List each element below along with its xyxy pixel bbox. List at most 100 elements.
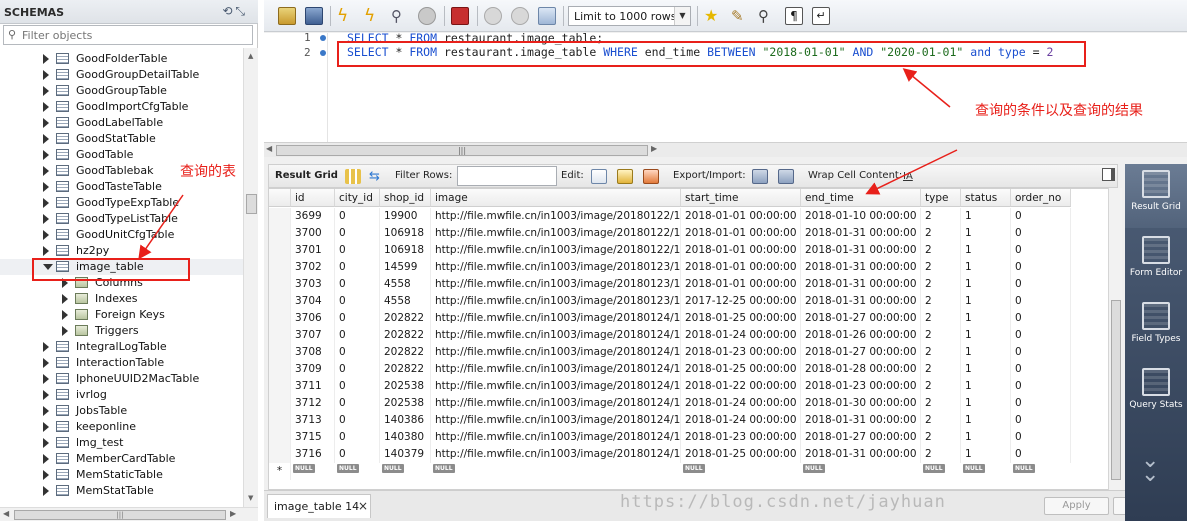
table-cell[interactable]: 0 — [1011, 395, 1071, 412]
expand-right-icon[interactable] — [43, 390, 49, 400]
tree-item-table[interactable]: lmg_test — [0, 435, 243, 451]
toggle-panel-icon[interactable] — [1102, 168, 1115, 181]
tree-item-table[interactable]: MemStatTable — [0, 483, 243, 499]
result-grid[interactable]: id city_id shop_id image start_time end_time t… — [268, 188, 1116, 490]
table-cell[interactable]: 19900 — [380, 208, 431, 225]
scrollbar-thumb[interactable]: ||| — [14, 510, 226, 520]
table-cell[interactable]: 0 — [335, 327, 380, 344]
row-selector[interactable] — [269, 208, 291, 225]
null-badge[interactable]: NULL — [683, 464, 705, 473]
table-cell[interactable]: http://file.mwfile.cn/in1003/image/20180… — [431, 344, 681, 361]
table-cell[interactable]: 2018-01-25 00:00:00 — [681, 361, 801, 378]
tree-item-table[interactable]: MemStaticTable — [0, 467, 243, 483]
table-cell[interactable]: 0 — [335, 344, 380, 361]
scrollbar-thumb[interactable] — [1111, 300, 1121, 480]
editor-horizontal-scrollbar[interactable]: ◀ ||| ▶ — [264, 142, 1187, 157]
tree-item-table[interactable]: GoodGroupTable — [0, 83, 243, 99]
table-cell[interactable]: 2018-01-24 00:00:00 — [681, 412, 801, 429]
tree-item-table[interactable]: IntegralLogTable — [0, 339, 243, 355]
table-cell[interactable]: http://file.mwfile.cn/in1003/image/20180… — [431, 276, 681, 293]
table-cell[interactable]: 2018-01-24 00:00:00 — [681, 327, 801, 344]
column-header[interactable]: end_time — [801, 189, 921, 207]
grid-view-icon[interactable] — [345, 169, 361, 184]
table-cell[interactable]: 2018-01-01 00:00:00 — [681, 259, 801, 276]
wrap-icon[interactable]: ↵ — [812, 7, 830, 25]
table-cell[interactable]: 2 — [921, 225, 961, 242]
export-icon[interactable] — [752, 169, 768, 184]
table-cell[interactable]: 1 — [961, 276, 1011, 293]
table-cell[interactable]: 2 — [921, 310, 961, 327]
null-badge[interactable]: NULL — [923, 464, 945, 473]
expand-right-icon[interactable] — [43, 86, 49, 96]
table-cell[interactable]: 1 — [961, 293, 1011, 310]
side-field-types-button[interactable]: Field Types — [1125, 296, 1187, 360]
null-badge[interactable]: NULL — [1013, 464, 1035, 473]
table-cell[interactable]: 202822 — [380, 361, 431, 378]
table-cell[interactable]: 2018-01-01 00:00:00 — [681, 276, 801, 293]
tree-item-table[interactable]: InteractionTable — [0, 355, 243, 371]
expand-right-icon[interactable] — [43, 486, 49, 496]
tree-item-table[interactable]: GoodUnitCfgTable — [0, 227, 243, 243]
table-cell[interactable]: 0 — [335, 276, 380, 293]
table-cell[interactable]: 106918 — [380, 242, 431, 259]
scroll-left-icon[interactable]: ◀ — [266, 144, 272, 153]
table-cell[interactable]: 0 — [1011, 361, 1071, 378]
expand-right-icon[interactable] — [43, 150, 49, 160]
column-header[interactable]: id — [291, 189, 335, 207]
scroll-right-icon[interactable]: ▶ — [651, 144, 657, 153]
add-row-icon[interactable] — [617, 169, 633, 184]
expand-right-icon[interactable] — [43, 182, 49, 192]
tree-item-table[interactable]: keeponline — [0, 419, 243, 435]
tree-subitem[interactable]: Triggers — [0, 323, 243, 339]
tab-image-table[interactable]: image_table 14 × — [267, 494, 371, 518]
table-cell[interactable]: 0 — [1011, 293, 1071, 310]
side-query-stats-button[interactable]: Query Stats — [1125, 362, 1187, 426]
expand-right-icon[interactable] — [62, 294, 68, 304]
table-cell[interactable]: 2 — [921, 378, 961, 395]
table-cell[interactable]: 2 — [921, 395, 961, 412]
edit-row-icon[interactable] — [591, 169, 607, 184]
table-cell[interactable]: 0 — [335, 259, 380, 276]
expand-right-icon[interactable] — [43, 422, 49, 432]
tree-subitem[interactable]: Indexes — [0, 291, 243, 307]
close-icon[interactable]: × — [358, 499, 368, 513]
column-header[interactable]: shop_id — [380, 189, 431, 207]
table-cell[interactable]: 106918 — [380, 225, 431, 242]
expand-right-icon[interactable] — [43, 438, 49, 448]
scroll-up-icon[interactable]: ▲ — [248, 52, 253, 60]
table-cell[interactable]: 1 — [961, 412, 1011, 429]
row-selector[interactable] — [269, 361, 291, 378]
table-cell[interactable]: 1 — [961, 208, 1011, 225]
table-cell[interactable]: 1 — [961, 378, 1011, 395]
open-file-icon[interactable] — [278, 7, 296, 25]
table-cell[interactable]: 14599 — [380, 259, 431, 276]
table-cell[interactable]: http://file.mwfile.cn/in1003/image/20180… — [431, 259, 681, 276]
table-cell[interactable]: 2 — [921, 412, 961, 429]
table-cell[interactable]: 2 — [921, 361, 961, 378]
table-cell[interactable]: http://file.mwfile.cn/in1003/image/20180… — [431, 412, 681, 429]
table-cell[interactable]: 3711 — [291, 378, 335, 395]
table-cell[interactable]: 2 — [921, 327, 961, 344]
table-cell[interactable]: 0 — [335, 293, 380, 310]
bookmark-icon[interactable]: ★ — [704, 7, 722, 25]
refresh-icon[interactable]: ⇆ — [369, 169, 385, 184]
table-cell[interactable]: 1 — [961, 361, 1011, 378]
expand-right-icon[interactable] — [43, 214, 49, 224]
table-cell[interactable]: 140380 — [380, 429, 431, 446]
null-badge[interactable]: NULL — [293, 464, 315, 473]
table-cell[interactable]: 3700 — [291, 225, 335, 242]
table-cell[interactable]: 2 — [921, 208, 961, 225]
table-cell[interactable]: 0 — [1011, 378, 1071, 395]
expand-right-icon[interactable] — [43, 374, 49, 384]
tree-item-table[interactable]: GoodTypeExpTable — [0, 195, 243, 211]
beautify-icon[interactable]: ✎ — [731, 7, 749, 25]
table-cell[interactable]: 2018-01-30 00:00:00 — [801, 395, 921, 412]
row-selector[interactable] — [269, 395, 291, 412]
table-cell[interactable]: 0 — [335, 395, 380, 412]
filter-objects-field[interactable]: ⚲ — [3, 25, 253, 45]
table-cell[interactable]: 2018-01-31 00:00:00 — [801, 259, 921, 276]
tree-item-table[interactable]: GoodTypeListTable — [0, 211, 243, 227]
table-cell[interactable]: 1 — [961, 344, 1011, 361]
table-cell[interactable]: 2018-01-31 00:00:00 — [801, 446, 921, 463]
table-cell[interactable]: 2018-01-25 00:00:00 — [681, 446, 801, 463]
